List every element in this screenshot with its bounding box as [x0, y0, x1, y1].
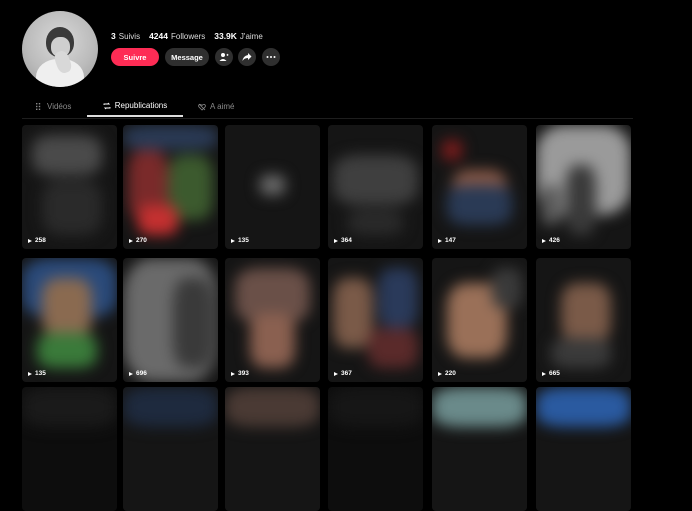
play-icon	[542, 238, 546, 243]
view-count: 147	[438, 237, 456, 244]
tab-republications-label: Republications	[114, 101, 168, 110]
view-count: 367	[334, 370, 352, 377]
play-icon	[231, 238, 235, 243]
profile-avatar[interactable]	[22, 11, 98, 87]
video-tile[interactable]: 426	[536, 125, 631, 249]
more-button[interactable]	[262, 48, 280, 66]
view-count: 270	[129, 237, 147, 244]
play-icon	[542, 371, 546, 376]
video-tile[interactable]: 364	[328, 125, 423, 249]
play-icon	[334, 238, 338, 243]
view-count: 364	[334, 237, 352, 244]
video-tile[interactable]: 220	[432, 258, 527, 382]
followers-label: Followers	[171, 32, 206, 41]
video-tile[interactable]: 393	[225, 258, 320, 382]
repost-icon	[103, 102, 111, 109]
play-icon	[129, 238, 133, 243]
grid-icon	[36, 103, 41, 110]
message-button[interactable]: Message	[165, 48, 209, 66]
tab-liked[interactable]: A aimé	[198, 96, 234, 117]
video-tile[interactable]	[328, 387, 423, 511]
video-tile[interactable]	[123, 387, 218, 511]
video-tile[interactable]: 135	[22, 258, 117, 382]
following-count: 3	[111, 31, 116, 41]
view-count: 665	[542, 370, 560, 377]
tab-videos[interactable]: Vidéos	[36, 96, 71, 117]
view-count: 220	[438, 370, 456, 377]
followers-stat[interactable]: 4244 Followers	[149, 31, 205, 41]
play-icon	[334, 371, 338, 376]
view-count: 258	[28, 237, 46, 244]
play-icon	[28, 371, 32, 376]
following-label: Suivis	[118, 32, 141, 41]
heart-hidden-icon	[198, 103, 206, 111]
more-icon	[266, 56, 276, 58]
play-icon	[438, 238, 442, 243]
tab-republications[interactable]: Republications	[87, 96, 183, 117]
likes-label: J'aime	[239, 32, 263, 41]
play-icon	[231, 371, 235, 376]
view-count: 393	[231, 370, 249, 377]
likes-count: 33.9K	[214, 31, 237, 41]
tab-liked-label: A aimé	[210, 102, 235, 111]
video-tile[interactable]: 147	[432, 125, 527, 249]
video-tile[interactable]: 665	[536, 258, 631, 382]
share-button[interactable]	[238, 48, 256, 66]
profile-tabs: Vidéos Republications A aimé	[22, 96, 633, 119]
view-count: 135	[28, 370, 46, 377]
profile-stats: 3 Suivis 4244 Followers 33.9K J'aime	[111, 31, 263, 41]
view-count: 696	[129, 370, 147, 377]
play-icon	[129, 371, 133, 376]
video-tile[interactable]	[432, 387, 527, 511]
video-tile[interactable]: 367	[328, 258, 423, 382]
video-tile[interactable]: 696	[123, 258, 218, 382]
video-tile[interactable]	[22, 387, 117, 511]
video-tile[interactable]: 135	[225, 125, 320, 249]
add-friend-button[interactable]	[215, 48, 233, 66]
followers-count: 4244	[149, 31, 168, 41]
play-icon	[438, 371, 442, 376]
video-tile[interactable]	[225, 387, 320, 511]
video-tile[interactable]: 258	[22, 125, 117, 249]
video-tile[interactable]	[536, 387, 631, 511]
follow-button[interactable]: Suivre	[111, 48, 159, 66]
view-count: 135	[231, 237, 249, 244]
add-user-icon	[219, 53, 229, 61]
likes-stat: 33.9K J'aime	[214, 31, 263, 41]
play-icon	[28, 238, 32, 243]
video-tile[interactable]: 270	[123, 125, 218, 249]
share-icon	[242, 53, 252, 61]
view-count: 426	[542, 237, 560, 244]
following-stat[interactable]: 3 Suivis	[111, 31, 140, 41]
tab-videos-label: Vidéos	[47, 102, 72, 111]
